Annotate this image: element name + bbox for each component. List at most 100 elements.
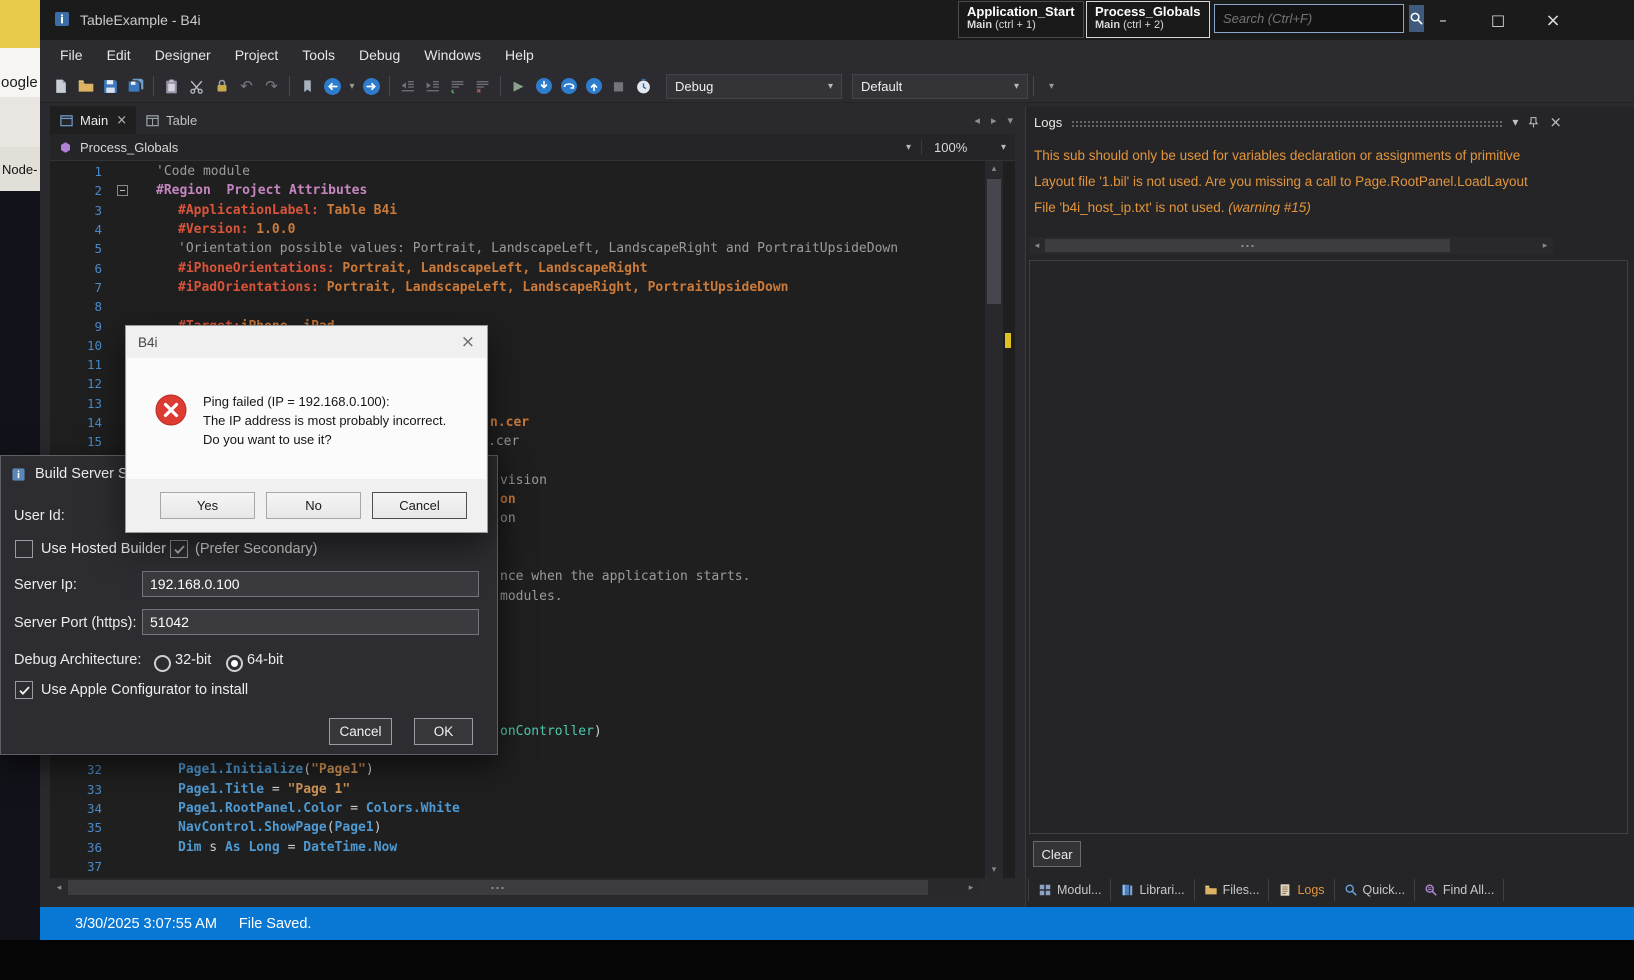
scroll-down-icon[interactable]: ▾ xyxy=(985,862,1003,878)
libraries-icon xyxy=(1120,883,1134,897)
toolbar-separator xyxy=(1033,76,1034,96)
close-button[interactable]: × xyxy=(1528,0,1578,40)
save-all-icon[interactable] xyxy=(123,74,148,99)
arch-64bit-radio[interactable] xyxy=(226,655,243,672)
open-project-icon[interactable] xyxy=(73,74,98,99)
undo-icon[interactable]: ↶ xyxy=(234,74,259,99)
build-cancel-button[interactable]: Cancel xyxy=(329,718,392,745)
tool-panel-tabs: Modul... Librari... Files... Logs xyxy=(1028,875,1504,904)
no-button[interactable]: No xyxy=(266,492,361,519)
panel-drag-handle[interactable] xyxy=(1071,120,1503,128)
menu-tools[interactable]: Tools xyxy=(290,40,347,70)
vertical-scrollbar-thumb[interactable] xyxy=(987,179,1001,304)
tab-logs[interactable]: Logs xyxy=(1269,879,1334,901)
chip-module-label: Application_Start xyxy=(967,4,1075,19)
tab-files[interactable]: Files... xyxy=(1195,879,1270,901)
step-over-icon[interactable] xyxy=(556,74,581,99)
menu-edit[interactable]: Edit xyxy=(95,40,143,70)
line-number: 6 xyxy=(50,261,112,276)
code-line: 3#ApplicationLabel: Table B4i xyxy=(50,201,985,220)
paste-icon[interactable] xyxy=(159,74,184,99)
cut-icon[interactable] xyxy=(184,74,209,99)
toolbar-overflow-icon[interactable]: ▾ xyxy=(1039,74,1064,99)
step-into-icon[interactable] xyxy=(531,74,556,99)
use-hosted-builder-checkbox[interactable] xyxy=(15,540,33,558)
scroll-right-icon[interactable]: ▸ xyxy=(962,878,980,897)
clear-logs-button[interactable]: Clear xyxy=(1033,841,1081,867)
cancel-button[interactable]: Cancel xyxy=(372,492,467,519)
scroll-tabs-right-icon[interactable]: ▸ xyxy=(991,114,997,127)
navigate-back-icon[interactable] xyxy=(320,74,345,99)
redo-icon[interactable]: ↷ xyxy=(259,74,284,99)
tab-modules[interactable]: Modul... xyxy=(1028,879,1111,901)
menu-file[interactable]: File xyxy=(48,40,95,70)
bookmark-icon[interactable] xyxy=(295,74,320,99)
menu-windows[interactable]: Windows xyxy=(412,40,493,70)
zoom-select[interactable]: 100% ▾ xyxy=(921,140,1006,155)
menu-debug[interactable]: Debug xyxy=(347,40,412,70)
server-ip-label: Server Ip: xyxy=(14,577,77,593)
code-line: 36Dim s As Long = DateTime.Now xyxy=(50,837,985,856)
apple-configurator-checkbox[interactable] xyxy=(15,681,33,699)
close-icon[interactable]: × xyxy=(116,113,127,128)
run-icon[interactable]: ▶ xyxy=(506,74,531,99)
vertical-scrollbar[interactable]: ▴ ▾ xyxy=(985,161,1003,878)
new-project-icon[interactable] xyxy=(48,74,73,99)
fold-toggle-icon[interactable] xyxy=(112,181,132,200)
prefer-secondary-checkbox[interactable] xyxy=(170,540,188,558)
scroll-tabs-left-icon[interactable]: ◂ xyxy=(974,114,980,127)
logs-panel-header: Logs ▾ × xyxy=(1026,107,1634,137)
tab-quick-search[interactable]: Quick... xyxy=(1335,879,1415,901)
close-icon[interactable]: × xyxy=(461,332,475,352)
logs-horizontal-scrollbar[interactable]: ◂ ▸ xyxy=(1029,237,1553,254)
server-port-input[interactable] xyxy=(142,609,479,635)
comment-icon[interactable] xyxy=(445,74,470,99)
profile-select[interactable]: Default ▾ xyxy=(852,74,1028,99)
maximize-button[interactable]: □ xyxy=(1473,0,1523,40)
server-ip-input[interactable] xyxy=(142,571,479,597)
line-number: 34 xyxy=(50,801,112,816)
indent-increase-icon[interactable] xyxy=(420,74,445,99)
quick-nav-application-start[interactable]: Application_Start Main (ctrl + 1) xyxy=(958,1,1084,38)
horizontal-scrollbar-thumb[interactable] xyxy=(68,880,928,895)
toolbar-separator xyxy=(389,76,390,96)
menu-designer[interactable]: Designer xyxy=(143,40,223,70)
quick-nav-process-globals[interactable]: Process_Globals Main (ctrl + 2) xyxy=(1086,1,1210,38)
tab-find-all[interactable]: Find All... xyxy=(1415,879,1504,901)
menu-project[interactable]: Project xyxy=(223,40,291,70)
tab-libraries[interactable]: Librari... xyxy=(1111,879,1194,901)
tab-list-dropdown-icon[interactable]: ▾ xyxy=(1007,114,1013,127)
scroll-left-icon[interactable]: ◂ xyxy=(1029,237,1045,254)
pin-icon[interactable] xyxy=(1527,116,1540,129)
menu-help[interactable]: Help xyxy=(493,40,546,70)
arch-32bit-radio[interactable] xyxy=(154,655,171,672)
build-configuration-select[interactable]: Debug ▾ xyxy=(666,74,842,99)
tab-main[interactable]: Main × xyxy=(50,106,136,135)
scroll-up-icon[interactable]: ▴ xyxy=(985,161,1003,177)
back-history-dropdown-icon[interactable]: ▾ xyxy=(345,74,359,99)
chevron-down-icon: ▾ xyxy=(1001,142,1006,153)
lock-icon[interactable] xyxy=(209,74,234,99)
close-panel-icon[interactable]: × xyxy=(1549,113,1562,131)
indent-decrease-icon[interactable] xyxy=(395,74,420,99)
tool-bar: ↶ ↷ ▾ ▶ ■ Debug ▾ Default xyxy=(40,70,1634,103)
scroll-left-icon[interactable]: ◂ xyxy=(50,878,68,897)
tab-table[interactable]: Table xyxy=(136,106,206,135)
stop-icon[interactable]: ■ xyxy=(606,74,631,99)
fold-column xyxy=(112,201,132,220)
horizontal-scrollbar-thumb[interactable] xyxy=(1045,239,1450,252)
search-input[interactable] xyxy=(1215,5,1409,32)
build-ok-button[interactable]: OK xyxy=(414,718,473,745)
minimize-button[interactable]: – xyxy=(1418,0,1468,40)
tab-label: Files... xyxy=(1223,883,1260,897)
step-out-icon[interactable] xyxy=(581,74,606,99)
editor-horizontal-scrollbar[interactable]: ◂ ▸ xyxy=(50,878,980,897)
panel-position-dropdown-icon[interactable]: ▾ xyxy=(1512,115,1518,129)
save-icon[interactable] xyxy=(98,74,123,99)
uncomment-icon[interactable] xyxy=(470,74,495,99)
profiler-clock-icon[interactable] xyxy=(631,74,656,99)
yes-button[interactable]: Yes xyxy=(160,492,255,519)
sub-list-dropdown-icon[interactable]: ▾ xyxy=(906,142,911,153)
scroll-right-icon[interactable]: ▸ xyxy=(1537,237,1553,254)
navigate-forward-icon[interactable] xyxy=(359,74,384,99)
